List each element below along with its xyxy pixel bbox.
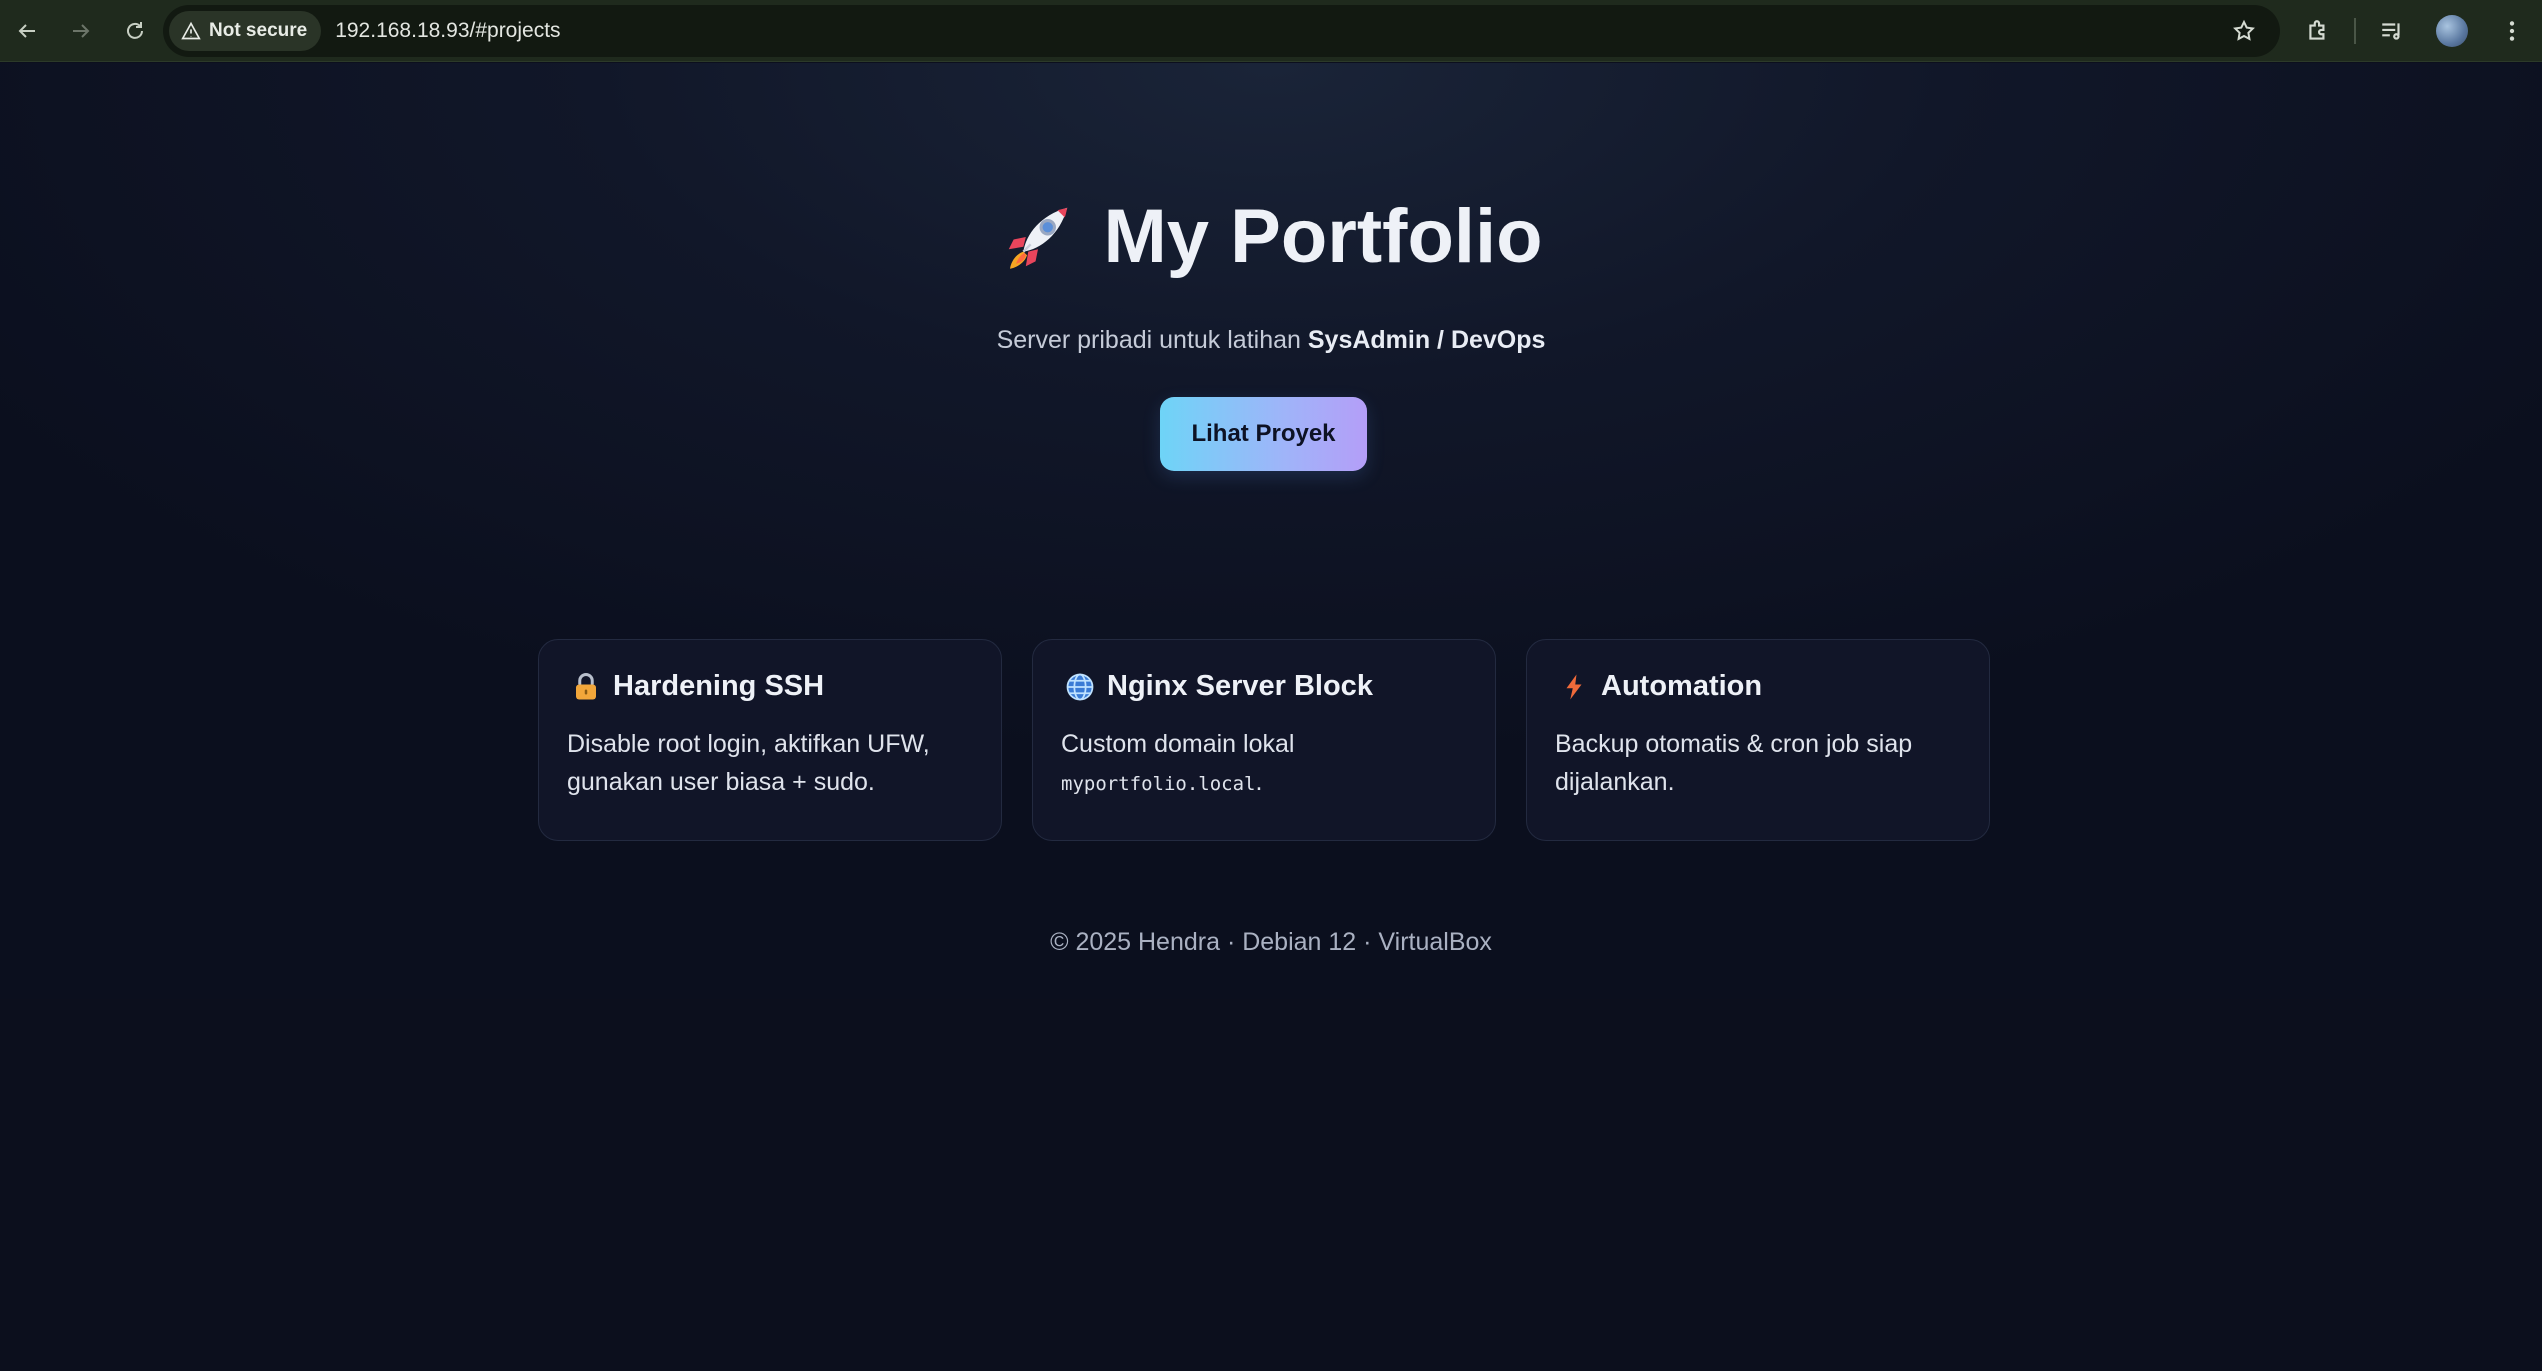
- toolbar-right: [2288, 0, 2542, 62]
- card-desc-suffix: .: [1255, 768, 1263, 796]
- card-desc-line: dijalankan.: [1555, 768, 1675, 796]
- card-header: Hardening SSH: [571, 670, 973, 703]
- reload-icon: [127, 21, 143, 39]
- lock-icon: [576, 672, 596, 699]
- card-description: Custom domain lokal myportfolio.local.: [1061, 725, 1467, 803]
- avatar: [2436, 15, 2468, 47]
- arrow-left-icon: [18, 23, 35, 38]
- menu-button[interactable]: [2482, 4, 2542, 58]
- card-desc-line: gunakan user biasa + sudo.: [567, 768, 875, 796]
- view-projects-button[interactable]: Lihat Proyek: [1160, 397, 1367, 471]
- domain-code: myportfolio.local: [1061, 773, 1256, 795]
- card-header: Nginx Server Block: [1065, 670, 1467, 703]
- subtitle-prefix: Server pribadi untuk latihan: [996, 326, 1308, 354]
- page-subtitle: Server pribadi untuk latihan SysAdmin / …: [0, 326, 2542, 355]
- arrow-right-icon: [73, 23, 90, 38]
- security-label: Not secure: [209, 20, 308, 41]
- page-viewport: My Portfolio Server pribadi untuk latiha…: [0, 63, 2542, 999]
- back-button[interactable]: [0, 4, 54, 58]
- bookmark-button[interactable]: [2226, 13, 2262, 49]
- media-controls-button[interactable]: [2362, 4, 2422, 58]
- profile-button[interactable]: [2422, 4, 2482, 58]
- playlist-icon: [2382, 23, 2400, 40]
- url-text[interactable]: 192.168.18.93/#projects: [335, 19, 560, 43]
- browser-toolbar: Not secure 192.168.18.93/#projects: [0, 0, 2542, 62]
- page-empty-area: [0, 999, 2542, 1371]
- globe-icon: [1066, 673, 1094, 700]
- reload-button[interactable]: [108, 4, 162, 58]
- card-desc-line: myportfolio.local.: [1061, 763, 1467, 803]
- project-card: Automation Backup otomatis & cron job si…: [1526, 639, 1990, 841]
- page-title: My Portfolio: [0, 193, 2542, 280]
- project-card: Nginx Server Block Custom domain lokal m…: [1032, 639, 1496, 841]
- card-title: Automation: [1601, 670, 1763, 702]
- rocket-icon: [1009, 207, 1068, 269]
- security-indicator[interactable]: Not secure: [169, 11, 322, 51]
- card-desc-line: Custom domain lokal: [1061, 730, 1295, 758]
- card-description: Disable root login, aktifkan UFW, gunaka…: [567, 725, 973, 801]
- toolbar-divider: [2354, 18, 2356, 44]
- card-desc-line: Disable root login, aktifkan UFW,: [567, 730, 930, 758]
- card-description: Backup otomatis & cron job siap dijalank…: [1555, 725, 1961, 801]
- forward-button[interactable]: [54, 4, 108, 58]
- puzzle-icon: [2309, 20, 2325, 40]
- warning-icon: [181, 21, 201, 40]
- subtitle-highlight: SysAdmin / DevOps: [1307, 326, 1546, 354]
- project-card: Hardening SSH Disable root login, aktifk…: [538, 639, 1002, 841]
- lightning-icon: [1566, 674, 1582, 699]
- address-bar[interactable]: Not secure 192.168.18.93/#projects: [163, 5, 2280, 57]
- star-icon: [2233, 19, 2255, 41]
- extensions-button[interactable]: [2288, 4, 2348, 58]
- more-vertical-icon: [2509, 21, 2515, 41]
- card-title: Hardening SSH: [613, 670, 825, 702]
- card-header: Automation: [1559, 670, 1961, 703]
- card-desc-line: Backup otomatis & cron job siap: [1555, 730, 1913, 758]
- card-title: Nginx Server Block: [1107, 670, 1373, 702]
- footer-text: © 2025 Hendra · Debian 12 · VirtualBox: [1050, 928, 1492, 956]
- page-title-text: My Portfolio: [1103, 194, 1543, 279]
